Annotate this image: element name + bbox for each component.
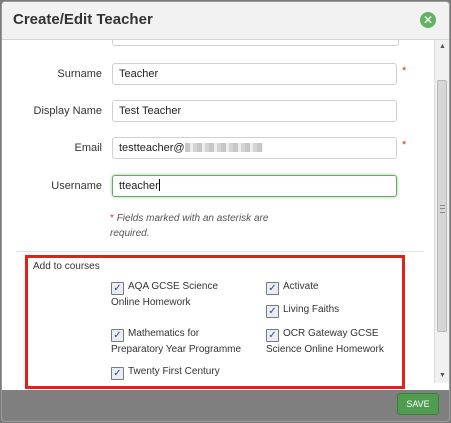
note-asterisk: *: [110, 213, 114, 224]
username-value: tteacher: [119, 180, 159, 192]
surname-required-marker: *: [402, 65, 407, 77]
username-label: Username: [51, 180, 102, 192]
note-text: Fields marked with an asterisk are requi…: [110, 213, 269, 239]
display-name-input[interactable]: Test Teacher: [112, 100, 397, 122]
email-input[interactable]: testteacher@: [112, 137, 397, 159]
text-caret: [158, 179, 160, 191]
courses-highlight-box: [25, 255, 405, 389]
surname-label: Surname: [57, 68, 102, 80]
partially-visible-input[interactable]: [112, 40, 399, 46]
dialog-footer: SAVE: [2, 390, 449, 421]
dialog-body: Surname Teacher * Display Name Test Teac…: [2, 40, 434, 390]
email-value: testteacher@: [119, 142, 185, 154]
redacted-email-domain: [184, 143, 263, 152]
close-icon[interactable]: ✕: [420, 12, 436, 28]
scroll-down-arrow-icon[interactable]: ▼: [435, 370, 449, 382]
section-divider: [16, 251, 424, 252]
display-name-label: Display Name: [33, 105, 102, 117]
save-button[interactable]: SAVE: [397, 393, 439, 415]
email-required-marker: *: [402, 139, 407, 151]
dialog-title: Create/Edit Teacher: [13, 11, 153, 28]
surname-input[interactable]: Teacher: [112, 63, 397, 85]
email-label: Email: [74, 142, 102, 154]
dialog-header: Create/Edit Teacher ✕: [2, 2, 449, 40]
dialog-scrollbar[interactable]: ▲ ▼: [434, 40, 449, 383]
scroll-up-arrow-icon[interactable]: ▲: [435, 41, 449, 53]
required-fields-note: * Fields marked with an asterisk are req…: [110, 211, 310, 241]
grip-icon: [440, 205, 445, 213]
scrollbar-thumb[interactable]: [437, 80, 447, 332]
username-input[interactable]: tteacher: [112, 175, 397, 197]
create-edit-teacher-dialog: Create/Edit Teacher ✕ Surname Teacher * …: [1, 1, 450, 422]
